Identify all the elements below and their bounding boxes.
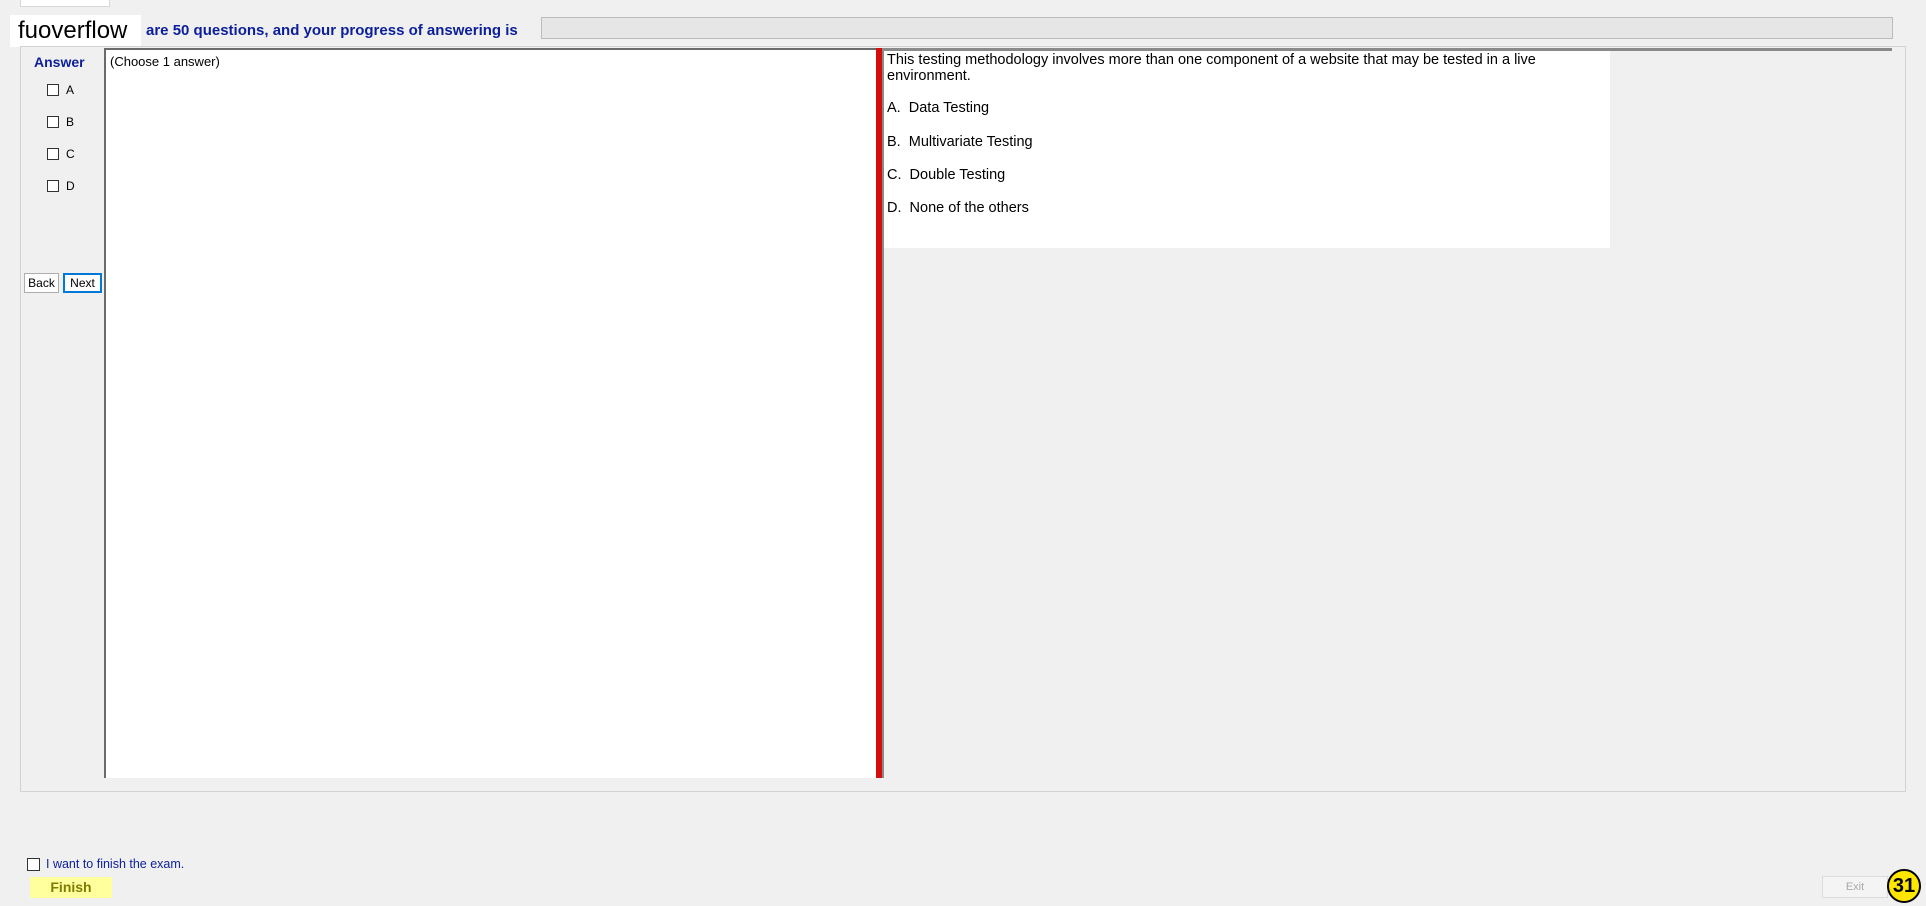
next-button[interactable]: Next xyxy=(63,273,102,293)
answer-option-label: B xyxy=(66,115,75,129)
answer-option-b[interactable]: B xyxy=(47,114,74,130)
checkbox[interactable] xyxy=(47,148,59,160)
progress-bar xyxy=(541,17,1893,39)
brand-watermark: fuoverflow xyxy=(10,15,141,47)
answer-option-label: C xyxy=(66,147,75,161)
question-option-b: B. Multivariate Testing xyxy=(887,134,1033,150)
answer-title: Answer xyxy=(34,54,85,70)
window-tab[interactable] xyxy=(20,0,110,7)
finish-button[interactable]: Finish xyxy=(30,877,112,898)
question-number-badge: 31 xyxy=(1887,869,1921,903)
answer-option-c[interactable]: C xyxy=(47,146,75,162)
question-option-c: C. Double Testing xyxy=(887,167,1006,183)
choose-hint: (Choose 1 answer) xyxy=(110,54,220,69)
answer-option-a[interactable]: A xyxy=(47,82,74,98)
answer-option-label: D xyxy=(66,179,75,193)
question-option-d: D. None of the others xyxy=(887,200,1029,216)
question-text: This testing methodology involves more t… xyxy=(887,52,1536,84)
checkbox[interactable] xyxy=(47,84,59,96)
finish-exam-checkbox[interactable]: I want to finish the exam. xyxy=(27,857,184,871)
checkbox[interactable] xyxy=(27,857,40,871)
back-button[interactable]: Back xyxy=(24,273,59,293)
question-option-a: A. Data Testing xyxy=(887,100,990,116)
checkbox[interactable] xyxy=(47,116,59,128)
checkbox[interactable] xyxy=(47,180,59,192)
finish-exam-label: I want to finish the exam. xyxy=(46,857,185,871)
answer-option-d[interactable]: D xyxy=(47,178,75,194)
answer-notes-pane xyxy=(104,48,878,778)
answer-option-label: A xyxy=(66,83,75,97)
exit-button[interactable]: Exit xyxy=(1822,876,1888,898)
progress-label: are 50 questions, and your progress of a… xyxy=(146,22,518,39)
